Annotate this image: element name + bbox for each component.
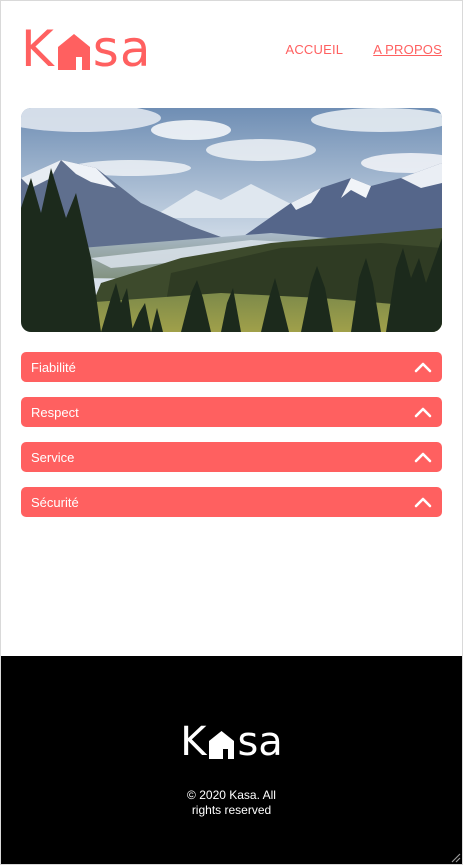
collapse-service[interactable]: Service: [21, 442, 442, 472]
resize-grip-icon[interactable]: [449, 851, 461, 863]
main-nav: ACCUEIL A PROPOS: [285, 42, 442, 57]
banner-image: [21, 108, 442, 332]
chevron-up-icon[interactable]: [414, 406, 432, 418]
logo-letter-k: K: [21, 20, 55, 78]
collapse-respect[interactable]: Respect: [21, 397, 442, 427]
copyright-text: © 2020 Kasa. All rights reserved: [187, 788, 276, 817]
kasa-logo[interactable]: K sa: [21, 20, 152, 78]
logo-letter-k: K: [180, 719, 207, 765]
logo-letters-sa: sa: [237, 719, 283, 765]
chevron-up-icon[interactable]: [414, 451, 432, 463]
mountain-landscape-image: [21, 108, 442, 332]
chevron-up-icon[interactable]: [414, 361, 432, 373]
collapse-title: Service: [31, 449, 75, 465]
collapse-list: Fiabilité Respect Service Sécurité: [21, 352, 442, 532]
nav-link-a-propos[interactable]: A PROPOS: [373, 42, 442, 57]
site-footer: K sa © 2020 Kasa. All rights reserved: [1, 656, 462, 864]
collapse-title: Sécurité: [31, 494, 79, 510]
house-icon: [209, 731, 235, 759]
site-header: K sa ACCUEIL A PROPOS: [21, 20, 442, 78]
collapse-securite[interactable]: Sécurité: [21, 487, 442, 517]
house-icon: [57, 34, 90, 70]
chevron-up-icon[interactable]: [414, 496, 432, 508]
footer-kasa-logo: K sa: [1, 722, 462, 762]
collapse-fiabilite[interactable]: Fiabilité: [21, 352, 442, 382]
nav-link-accueil[interactable]: ACCUEIL: [285, 42, 343, 57]
collapse-title: Respect: [31, 404, 79, 420]
collapse-title: Fiabilité: [31, 359, 76, 375]
logo-letters-sa: sa: [92, 20, 152, 78]
app-window: K sa ACCUEIL A PROPOS Fiabilité Respect …: [0, 0, 463, 865]
